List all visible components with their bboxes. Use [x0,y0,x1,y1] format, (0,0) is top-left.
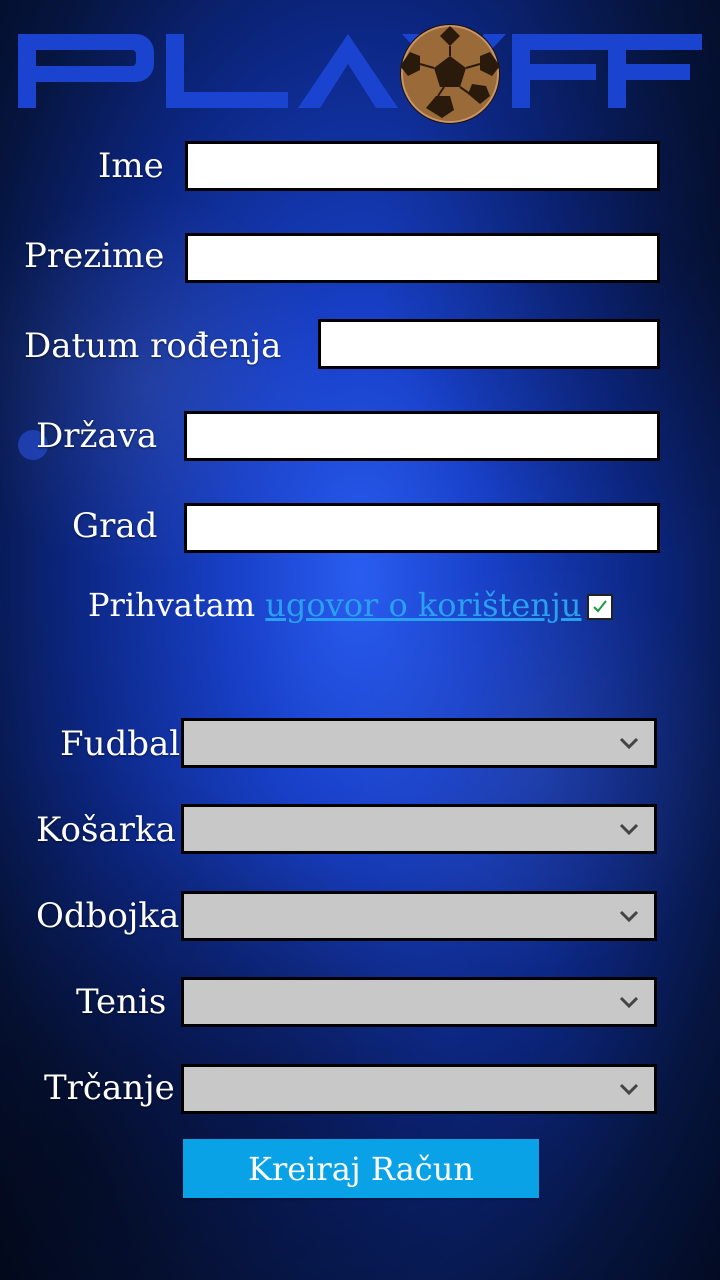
drzava-label: Država [36,416,158,456]
tenis-select[interactable] [181,977,657,1027]
datum-rodjenja-input[interactable] [318,319,660,369]
grad-label: Grad [72,506,158,546]
fudbal-select[interactable] [181,718,657,768]
ime-label: Ime [98,146,164,186]
fudbal-label: Fudbal [60,724,181,764]
chevron-down-icon [619,737,639,750]
ime-input[interactable] [185,141,660,191]
football-icon [400,24,500,124]
terms-checkbox[interactable] [587,594,613,620]
prezime-label: Prezime [24,236,165,276]
odbojka-label: Odbojka [36,896,180,936]
grad-input[interactable] [184,503,660,553]
trcanje-label: Trčanje [44,1068,175,1108]
chevron-down-icon [619,910,639,923]
terms-row: Prihvatam ugovor o korištenju [88,586,581,624]
trcanje-select[interactable] [181,1064,657,1114]
chevron-down-icon [619,996,639,1009]
kosarka-select[interactable] [181,804,657,854]
odbojka-select[interactable] [181,891,657,941]
terms-prefix: Prihvatam [88,586,256,624]
kosarka-label: Košarka [36,810,176,850]
datum-rodjenja-label: Datum rođenja [24,326,282,366]
terms-link[interactable]: ugovor o korištenju [265,586,581,624]
playoff-logo [18,22,702,130]
chevron-down-icon [619,823,639,836]
prezime-input[interactable] [185,233,660,283]
tenis-label: Tenis [76,982,167,1022]
chevron-down-icon [619,1083,639,1096]
kreiraj-racun-button[interactable]: Kreiraj Račun [183,1139,539,1198]
checkmark-icon [593,600,607,613]
drzava-input[interactable] [184,411,660,461]
